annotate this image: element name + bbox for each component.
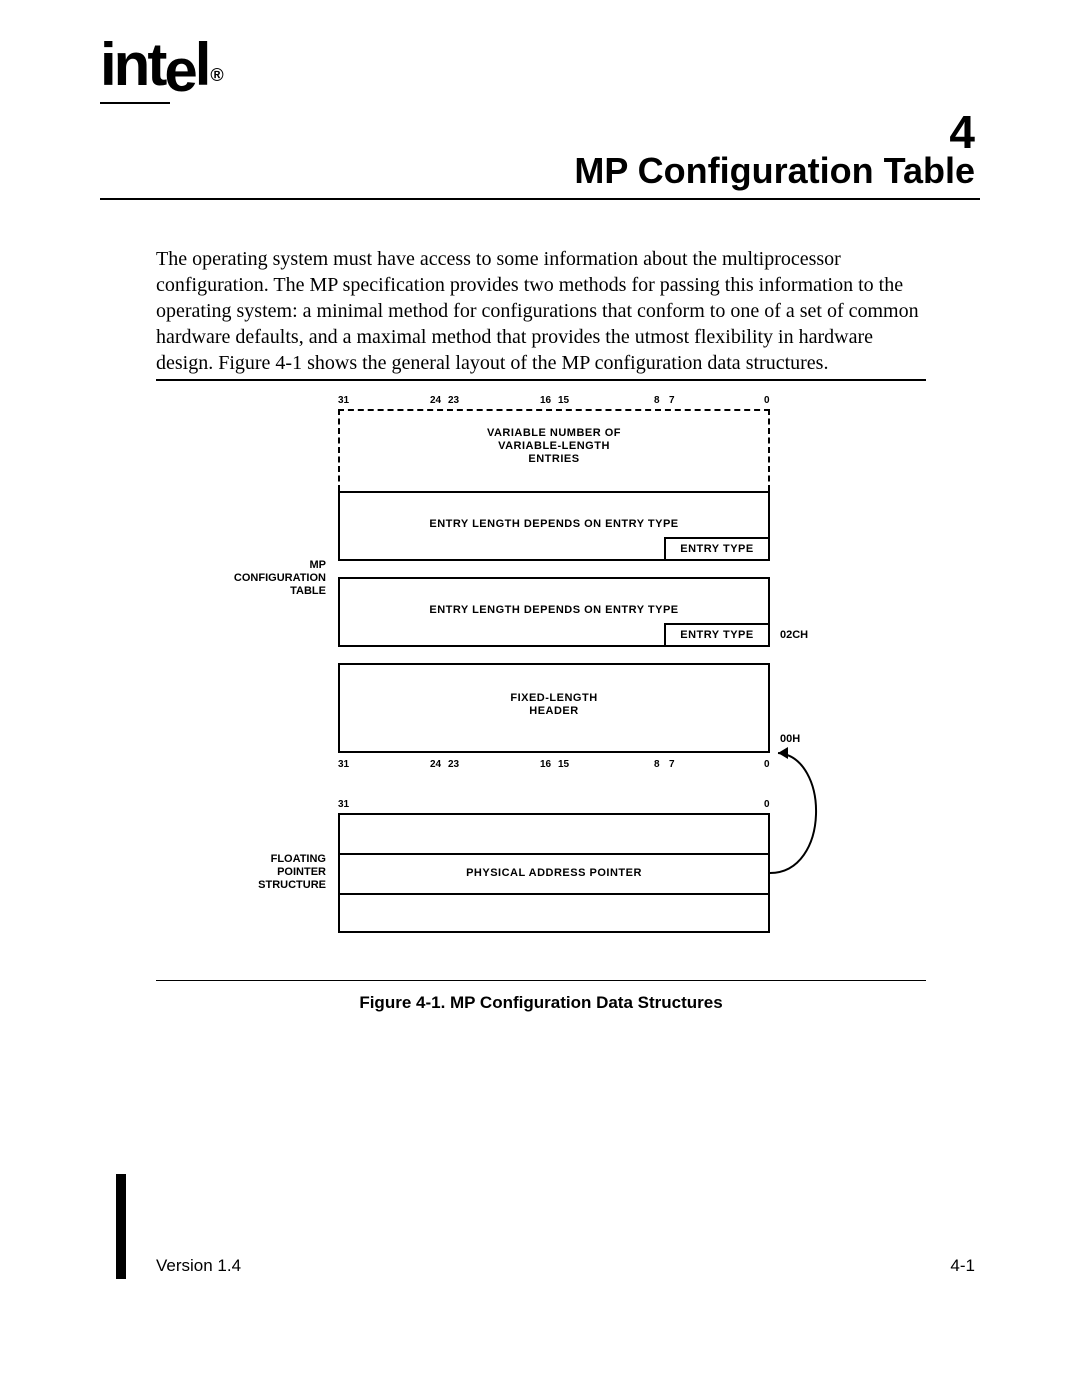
- header-rule: [100, 102, 170, 104]
- bit-0-top: 0: [764, 395, 770, 406]
- bit-16-mid: 16: [540, 759, 551, 770]
- bit-8-top: 8: [654, 395, 660, 406]
- bit-31-fp: 31: [338, 799, 349, 810]
- fp-struct-label: FLOATING POINTER STRUCTURE: [196, 853, 326, 893]
- bit-23-top: 23: [448, 395, 459, 406]
- intel-logo: intel®: [100, 30, 219, 99]
- fp-div1: [338, 853, 770, 855]
- bit-7-top: 7: [669, 395, 675, 406]
- variable-entries-label: VARIABLE NUMBER OF VARIABLE-LENGTH ENTRI…: [338, 427, 770, 467]
- footer-page-number: 4-1: [950, 1256, 975, 1276]
- page: intel® 4 MP Configuration Table The oper…: [0, 0, 1080, 1397]
- bit-0-mid: 0: [764, 759, 770, 770]
- phys-ptr-label: PHYSICAL ADDRESS POINTER: [338, 867, 770, 880]
- bit-16-top: 16: [540, 395, 551, 406]
- figure-diagram: 31 24 23 16 15 8 7 0 VARIABLE NUMBER OF …: [156, 379, 926, 980]
- fixed-header-label: FIXED-LENGTH HEADER: [338, 692, 770, 718]
- dash-top: [338, 409, 770, 411]
- entry2-type: ENTRY TYPE: [664, 629, 770, 642]
- revision-bar: [116, 1174, 126, 1279]
- chapter-title: MP Configuration Table: [574, 150, 975, 192]
- entry2-len: ENTRY LENGTH DEPENDS ON ENTRY TYPE: [338, 604, 770, 617]
- bit-15-mid: 15: [558, 759, 569, 770]
- bit-23-mid: 23: [448, 759, 459, 770]
- figure-caption: Figure 4-1. MP Configuration Data Struct…: [156, 993, 926, 1013]
- bit-31-top: 31: [338, 395, 349, 406]
- addr-00h: 00H: [780, 733, 800, 745]
- entry1-len: ENTRY LENGTH DEPENDS ON ENTRY TYPE: [338, 518, 770, 531]
- bit-0-fp: 0: [764, 799, 770, 810]
- chapter-rule: [100, 198, 980, 200]
- intro-paragraph: The operating system must have access to…: [156, 246, 926, 376]
- fp-div2: [338, 893, 770, 895]
- bit-24-top: 24: [430, 395, 441, 406]
- figure-rule-bottom: [156, 980, 926, 981]
- footer-version: Version 1.4: [156, 1256, 241, 1276]
- bit-8-mid: 8: [654, 759, 660, 770]
- bit-15-top: 15: [558, 395, 569, 406]
- bit-31-mid: 31: [338, 759, 349, 770]
- entry1-type: ENTRY TYPE: [664, 543, 770, 556]
- addr-02ch: 02CH: [780, 629, 808, 641]
- mp-table-label: MP CONFIGURATION TABLE: [196, 559, 326, 599]
- bit-24-mid: 24: [430, 759, 441, 770]
- bit-7-mid: 7: [669, 759, 675, 770]
- pointer-arrow: [770, 747, 850, 887]
